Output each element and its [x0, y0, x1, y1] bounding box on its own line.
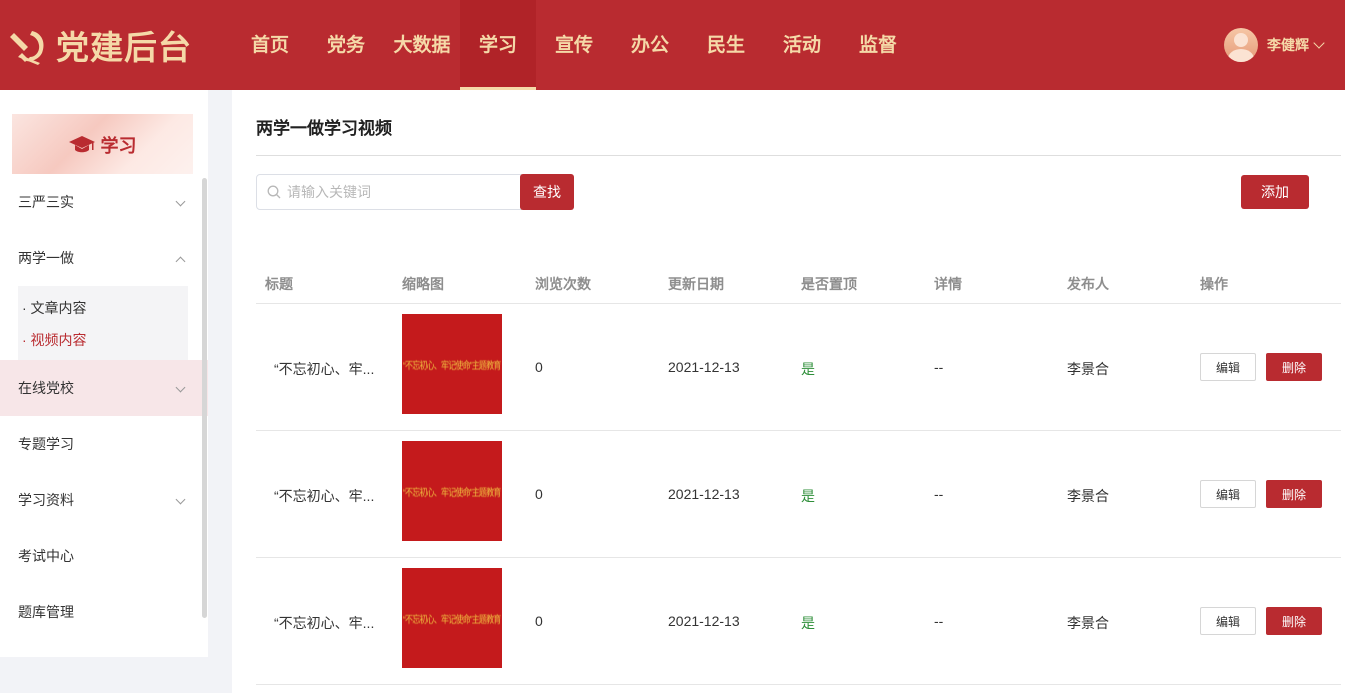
sidebar-scrollbar[interactable] — [202, 178, 207, 618]
column-header-publisher: 发布人 — [1067, 276, 1109, 292]
chevron-down-icon — [175, 196, 186, 207]
top-nav: 首页 党务 大数据 学习 宣传 办公 民生 活动 监督 — [232, 0, 916, 90]
cell-pinned: 是 — [801, 488, 815, 504]
edit-button[interactable]: 编辑 — [1200, 480, 1256, 508]
delete-button[interactable]: 删除 — [1266, 353, 1322, 381]
cell-title: “不忘初心、牢... — [274, 488, 375, 504]
table-row: “不忘初心、牢... “不忘初心、牢记使命”主题教育 0 2021-12-13 … — [256, 558, 1341, 685]
sidebar-item-label: 考试中心 — [18, 548, 74, 564]
thumbnail-text: “不忘初心、牢记使命”主题教育 — [403, 614, 501, 626]
column-header-thumbnail: 缩略图 — [402, 276, 444, 292]
sidebar-item-label: 专题学习 — [18, 436, 74, 452]
thumbnail-text: “不忘初心、牢记使命”主题教育 — [403, 360, 501, 372]
nav-study[interactable]: 学习 — [460, 0, 536, 90]
cell-publisher: 李景合 — [1067, 488, 1109, 504]
delete-button[interactable]: 删除 — [1266, 480, 1322, 508]
app-title: 党建后台 — [56, 28, 192, 67]
thumbnail-image: “不忘初心、牢记使命”主题教育 — [402, 314, 502, 414]
sidebar-item-label: 三严三实 — [18, 194, 74, 210]
cell-publisher: 李景合 — [1067, 615, 1109, 631]
top-header: 党建后台 首页 党务 大数据 学习 宣传 办公 民生 活动 监督 李健辉 — [0, 0, 1345, 90]
sidebar-subitem-videos[interactable]: · 视频内容 — [18, 324, 188, 356]
nav-party-affairs[interactable]: 党务 — [308, 0, 384, 90]
nav-office[interactable]: 办公 — [612, 0, 688, 90]
cell-views: 0 — [535, 486, 543, 502]
cell-detail: -- — [934, 613, 944, 629]
sidebar-item-label: 题库管理 — [18, 604, 74, 620]
nav-livelihood[interactable]: 民生 — [688, 0, 764, 90]
nav-activities[interactable]: 活动 — [764, 0, 840, 90]
cell-date: 2021-12-13 — [668, 613, 740, 629]
main-content: 两学一做学习视频 查找 添加 标题 缩略图 浏览次数 更新日期 是否置顶 详情 … — [232, 90, 1345, 693]
thumbnail-image: “不忘初心、牢记使命”主题教育 — [402, 441, 502, 541]
table-row: “不忘初心、牢... “不忘初心、牢记使命”主题教育 0 2021-12-13 … — [256, 431, 1341, 558]
column-header-views: 浏览次数 — [535, 276, 591, 292]
sidebar-item-label: 学习资料 — [18, 492, 74, 508]
chevron-down-icon — [1313, 37, 1325, 49]
sidebar-banner: 学习 — [12, 114, 193, 174]
app-logo[interactable]: 党建后台 — [8, 22, 192, 68]
search-input[interactable] — [287, 184, 507, 200]
table-row: “不忘初心、牢... “不忘初心、牢记使命”主题教育 0 2021-12-13 … — [256, 304, 1341, 431]
add-button[interactable]: 添加 — [1241, 175, 1309, 209]
sidebar-subitem-articles[interactable]: · 文章内容 — [18, 292, 188, 324]
edit-button[interactable]: 编辑 — [1200, 607, 1256, 635]
cell-detail: -- — [934, 359, 944, 375]
cell-publisher: 李景合 — [1067, 361, 1109, 377]
edit-button[interactable]: 编辑 — [1200, 353, 1256, 381]
banner-label: 学习 — [100, 136, 137, 157]
column-header-pinned: 是否置顶 — [801, 276, 857, 292]
sidebar-item-topic-study[interactable]: 专题学习 — [0, 416, 208, 472]
search-icon — [267, 185, 281, 199]
user-menu[interactable]: 李健辉 — [1224, 26, 1325, 64]
thumbnail-text: “不忘初心、牢记使命”主题教育 — [403, 487, 501, 499]
cell-title: “不忘初心、牢... — [274, 361, 375, 377]
chevron-down-icon — [175, 494, 186, 505]
sidebar-item-question-bank[interactable]: 题库管理 — [0, 584, 208, 640]
nav-publicity[interactable]: 宣传 — [536, 0, 612, 90]
sidebar-item-exam-center[interactable]: 考试中心 — [0, 528, 208, 584]
cell-title: “不忘初心、牢... — [274, 615, 375, 631]
column-header-detail: 详情 — [934, 276, 962, 292]
video-table: 标题 缩略图 浏览次数 更新日期 是否置顶 详情 发布人 操作 “不忘初心、牢.… — [256, 260, 1341, 685]
user-name: 李健辉 — [1267, 37, 1309, 53]
search-box — [256, 174, 522, 210]
sidebar-item-three-stricts[interactable]: 三严三实 — [0, 174, 208, 230]
submenu-two-studies: · 文章内容 · 视频内容 — [18, 286, 188, 360]
cell-date: 2021-12-13 — [668, 359, 740, 375]
title-divider — [256, 155, 1341, 156]
nav-supervision[interactable]: 监督 — [840, 0, 916, 90]
search-button[interactable]: 查找 — [520, 174, 574, 210]
chevron-down-icon — [175, 382, 186, 393]
cell-date: 2021-12-13 — [668, 486, 740, 502]
cell-views: 0 — [535, 613, 543, 629]
column-header-actions: 操作 — [1200, 276, 1228, 292]
sidebar-menu: 三严三实 两学一做 · 文章内容 · 视频内容 在线党校 专题学习 学习资料 考… — [0, 174, 208, 640]
chevron-up-icon — [175, 256, 186, 267]
sidebar-item-two-studies[interactable]: 两学一做 — [0, 230, 208, 286]
column-header-title: 标题 — [265, 276, 293, 292]
nav-home[interactable]: 首页 — [232, 0, 308, 90]
thumbnail-image: “不忘初心、牢记使命”主题教育 — [402, 568, 502, 668]
cell-views: 0 — [535, 359, 543, 375]
sidebar-item-materials[interactable]: 学习资料 — [0, 472, 208, 528]
cell-pinned: 是 — [801, 361, 815, 377]
page-title: 两学一做学习视频 — [256, 119, 392, 138]
avatar — [1224, 28, 1258, 62]
cell-detail: -- — [934, 486, 944, 502]
sidebar-item-label: 在线党校 — [18, 380, 74, 396]
sidebar-item-label: 两学一做 — [18, 250, 74, 266]
delete-button[interactable]: 删除 — [1266, 607, 1322, 635]
table-header: 标题 缩略图 浏览次数 更新日期 是否置顶 详情 发布人 操作 — [256, 260, 1341, 304]
sidebar-item-online-school[interactable]: 在线党校 — [0, 360, 208, 416]
cell-pinned: 是 — [801, 615, 815, 631]
hammer-sickle-icon — [10, 31, 44, 65]
graduation-cap-icon — [68, 136, 95, 153]
column-header-date: 更新日期 — [668, 276, 724, 292]
sidebar: 学习 三严三实 两学一做 · 文章内容 · 视频内容 在线党校 专题学习 学习资… — [0, 90, 208, 657]
nav-big-data[interactable]: 大数据 — [384, 0, 460, 90]
